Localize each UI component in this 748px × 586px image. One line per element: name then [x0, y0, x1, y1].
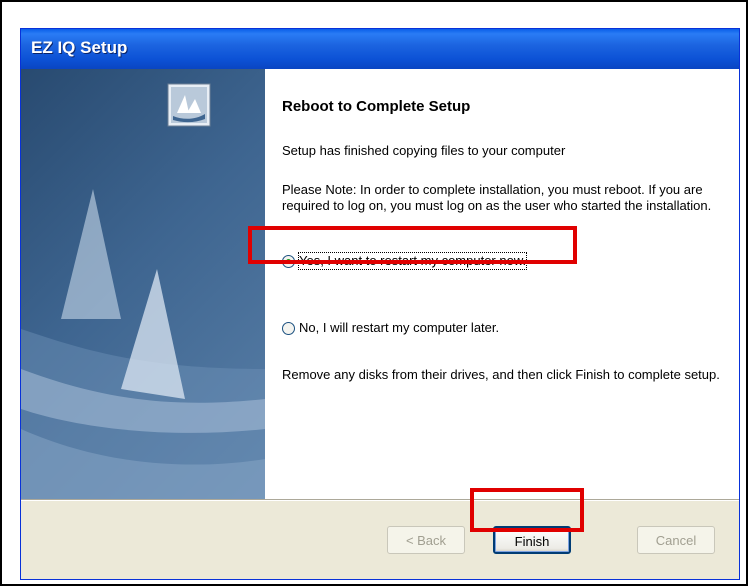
restart-later-radio[interactable]: [282, 321, 295, 335]
back-button[interactable]: < Back: [387, 526, 465, 554]
page-heading: Reboot to Complete Setup: [282, 98, 471, 115]
title-bar[interactable]: EZ IQ Setup: [21, 29, 739, 69]
restart-now-radio[interactable]: [282, 254, 295, 268]
remove-disks-text: Remove any disks from their drives, and …: [282, 367, 720, 382]
restart-now-option[interactable]: Yes, I want to restart my computer now.: [282, 252, 528, 270]
window-title: EZ IQ Setup: [31, 38, 128, 57]
finish-button[interactable]: Finish: [493, 526, 571, 554]
reboot-note-text: Please Note: In order to complete instal…: [282, 182, 712, 213]
restart-later-label[interactable]: No, I will restart my computer later.: [299, 320, 499, 336]
screenshot-frame: EZ IQ Setup Reboot to Complete Setup Set…: [0, 0, 748, 586]
restart-now-label[interactable]: Yes, I want to restart my computer now.: [297, 252, 528, 270]
button-bar: < Back Finish Cancel: [21, 499, 739, 579]
content-panel: Reboot to Complete Setup Setup has finis…: [265, 69, 739, 499]
setup-dialog: EZ IQ Setup Reboot to Complete Setup Set…: [20, 28, 740, 580]
copy-status-text: Setup has finished copying files to your…: [282, 143, 566, 158]
restart-later-option[interactable]: No, I will restart my computer later.: [282, 319, 499, 337]
side-banner: [21, 69, 265, 499]
setup-logo-icon: [167, 83, 211, 127]
cancel-button[interactable]: Cancel: [637, 526, 715, 554]
sail-artwork: [21, 189, 265, 499]
